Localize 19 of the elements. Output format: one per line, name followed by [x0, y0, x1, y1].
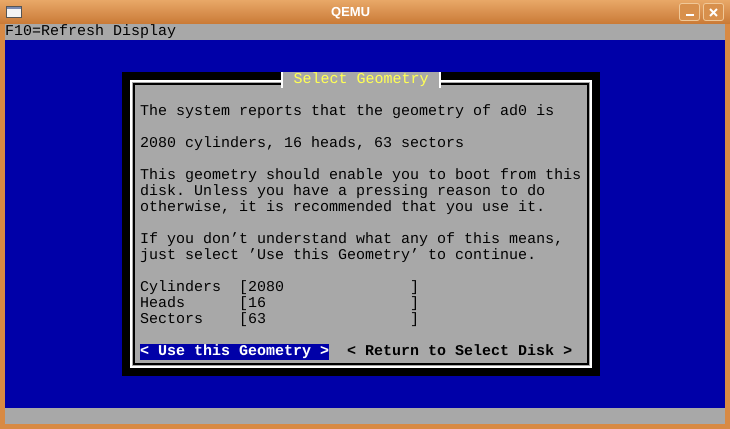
dialog-text: This geometry should enable you to boot from this disk. Unless you have a pressing reason to do otherwise, it is recommended that you use it.	[140, 168, 582, 216]
window-icon	[6, 6, 22, 18]
close-button[interactable]	[703, 3, 724, 21]
field-label: Sectors	[140, 312, 204, 328]
input-field[interactable]: [16 ]	[239, 296, 419, 312]
dialog-text: The system reports that the geometry of ad0 is	[140, 104, 556, 120]
dialog-button[interactable]: < Return to Select Disk >	[347, 344, 572, 360]
dialog-button[interactable]: < Use this Geometry >	[140, 344, 330, 360]
input-field[interactable]: [2080 ]	[239, 280, 419, 296]
dialog-text: 2080 cylinders, 16 heads, 63 sectors	[140, 136, 466, 152]
field-label: Cylinders	[140, 280, 222, 296]
status-text: F10=Refresh Display	[5, 23, 176, 40]
input-field[interactable]: [63 ]	[239, 312, 419, 328]
minimize-button[interactable]	[679, 3, 700, 21]
dialog-title: Select Geometry	[293, 72, 429, 88]
dialog-text: If you don’t understand what any of this means, just select ’Use this Geometry’ to continue.	[140, 232, 564, 264]
field-label: Heads	[140, 296, 186, 312]
close-icon	[709, 8, 718, 16]
window-title: QEMU	[331, 3, 370, 22]
